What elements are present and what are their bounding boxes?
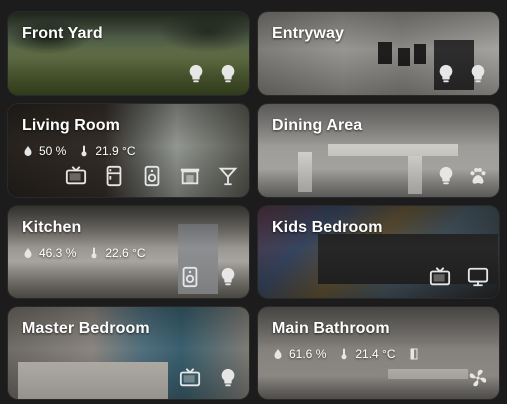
tv-icon[interactable] (65, 165, 87, 187)
area-card-front-yard[interactable]: Front Yard (8, 12, 249, 95)
humidity-sensor[interactable]: 61.6 % (272, 347, 326, 361)
area-grid: Front Yard Entryway Living Room 50 % 21.… (0, 0, 507, 404)
bulb-icon[interactable] (217, 63, 239, 85)
bulb-icon[interactable] (435, 63, 457, 85)
thermometer-icon (338, 348, 350, 360)
bulb-icon[interactable] (185, 63, 207, 85)
temperature-value: 22.6 °C (105, 246, 146, 260)
bulb-icon[interactable] (217, 367, 239, 389)
cocktail-icon[interactable] (217, 165, 239, 187)
temperature-value: 21.4 °C (355, 347, 396, 361)
area-card-dining-area[interactable]: Dining Area (258, 104, 499, 197)
card-title: Master Bedroom (22, 320, 150, 337)
device-icons (65, 165, 239, 187)
temperature-value: 21.9 °C (95, 144, 136, 158)
humidity-value: 46.3 % (39, 246, 77, 260)
device-icons (179, 367, 239, 389)
card-title: Front Yard (22, 25, 103, 42)
humidity-sensor[interactable]: 46.3 % (22, 246, 76, 260)
temperature-sensor[interactable]: 21.4 °C (338, 347, 396, 361)
tv-icon[interactable] (429, 266, 451, 288)
area-card-kids-bedroom[interactable]: Kids Bedroom (258, 206, 499, 298)
door-icon (408, 348, 420, 360)
area-card-master-bedroom[interactable]: Master Bedroom (8, 307, 249, 399)
bulb-icon[interactable] (217, 266, 239, 288)
area-card-kitchen[interactable]: Kitchen 46.3 % 22.6 °C (8, 206, 249, 298)
thermometer-icon (88, 247, 100, 259)
area-card-living-room[interactable]: Living Room 50 % 21.9 °C (8, 104, 249, 197)
card-title: Living Room (22, 117, 120, 134)
bulb-icon[interactable] (467, 63, 489, 85)
card-title: Kitchen (22, 219, 82, 236)
thermometer-icon (78, 145, 90, 157)
area-card-entryway[interactable]: Entryway (258, 12, 499, 95)
card-title: Dining Area (272, 117, 363, 134)
fridge-icon[interactable] (103, 165, 125, 187)
device-icons (185, 63, 239, 85)
monitor-icon[interactable] (467, 266, 489, 288)
speaker-icon[interactable] (179, 266, 201, 288)
humidity-sensor[interactable]: 50 % (22, 144, 66, 158)
speaker-icon[interactable] (141, 165, 163, 187)
sensor-row: 46.3 % 22.6 °C (22, 246, 146, 260)
humidity-icon (272, 348, 284, 360)
humidity-icon (22, 145, 34, 157)
device-icons (435, 63, 489, 85)
card-title: Kids Bedroom (272, 219, 383, 236)
temperature-sensor[interactable]: 22.6 °C (88, 246, 146, 260)
sensor-row: 61.6 % 21.4 °C (272, 347, 420, 361)
card-title: Main Bathroom (272, 320, 390, 337)
device-icons (429, 266, 489, 288)
humidity-icon (22, 247, 34, 259)
temperature-sensor[interactable]: 21.9 °C (78, 144, 136, 158)
paw-icon[interactable] (467, 165, 489, 187)
area-card-main-bathroom[interactable]: Main Bathroom 61.6 % 21.4 °C (258, 307, 499, 399)
card-title: Entryway (272, 25, 344, 42)
sensor-row: 50 % 21.9 °C (22, 144, 136, 158)
humidity-value: 50 % (39, 144, 67, 158)
door-sensor[interactable] (408, 348, 420, 360)
device-icons (179, 266, 239, 288)
fan-icon[interactable] (467, 367, 489, 389)
bulb-icon[interactable] (435, 165, 457, 187)
tv-icon[interactable] (179, 367, 201, 389)
fireplace-icon[interactable] (179, 165, 201, 187)
device-icons (435, 165, 489, 187)
device-icons (467, 367, 489, 389)
humidity-value: 61.6 % (289, 347, 327, 361)
